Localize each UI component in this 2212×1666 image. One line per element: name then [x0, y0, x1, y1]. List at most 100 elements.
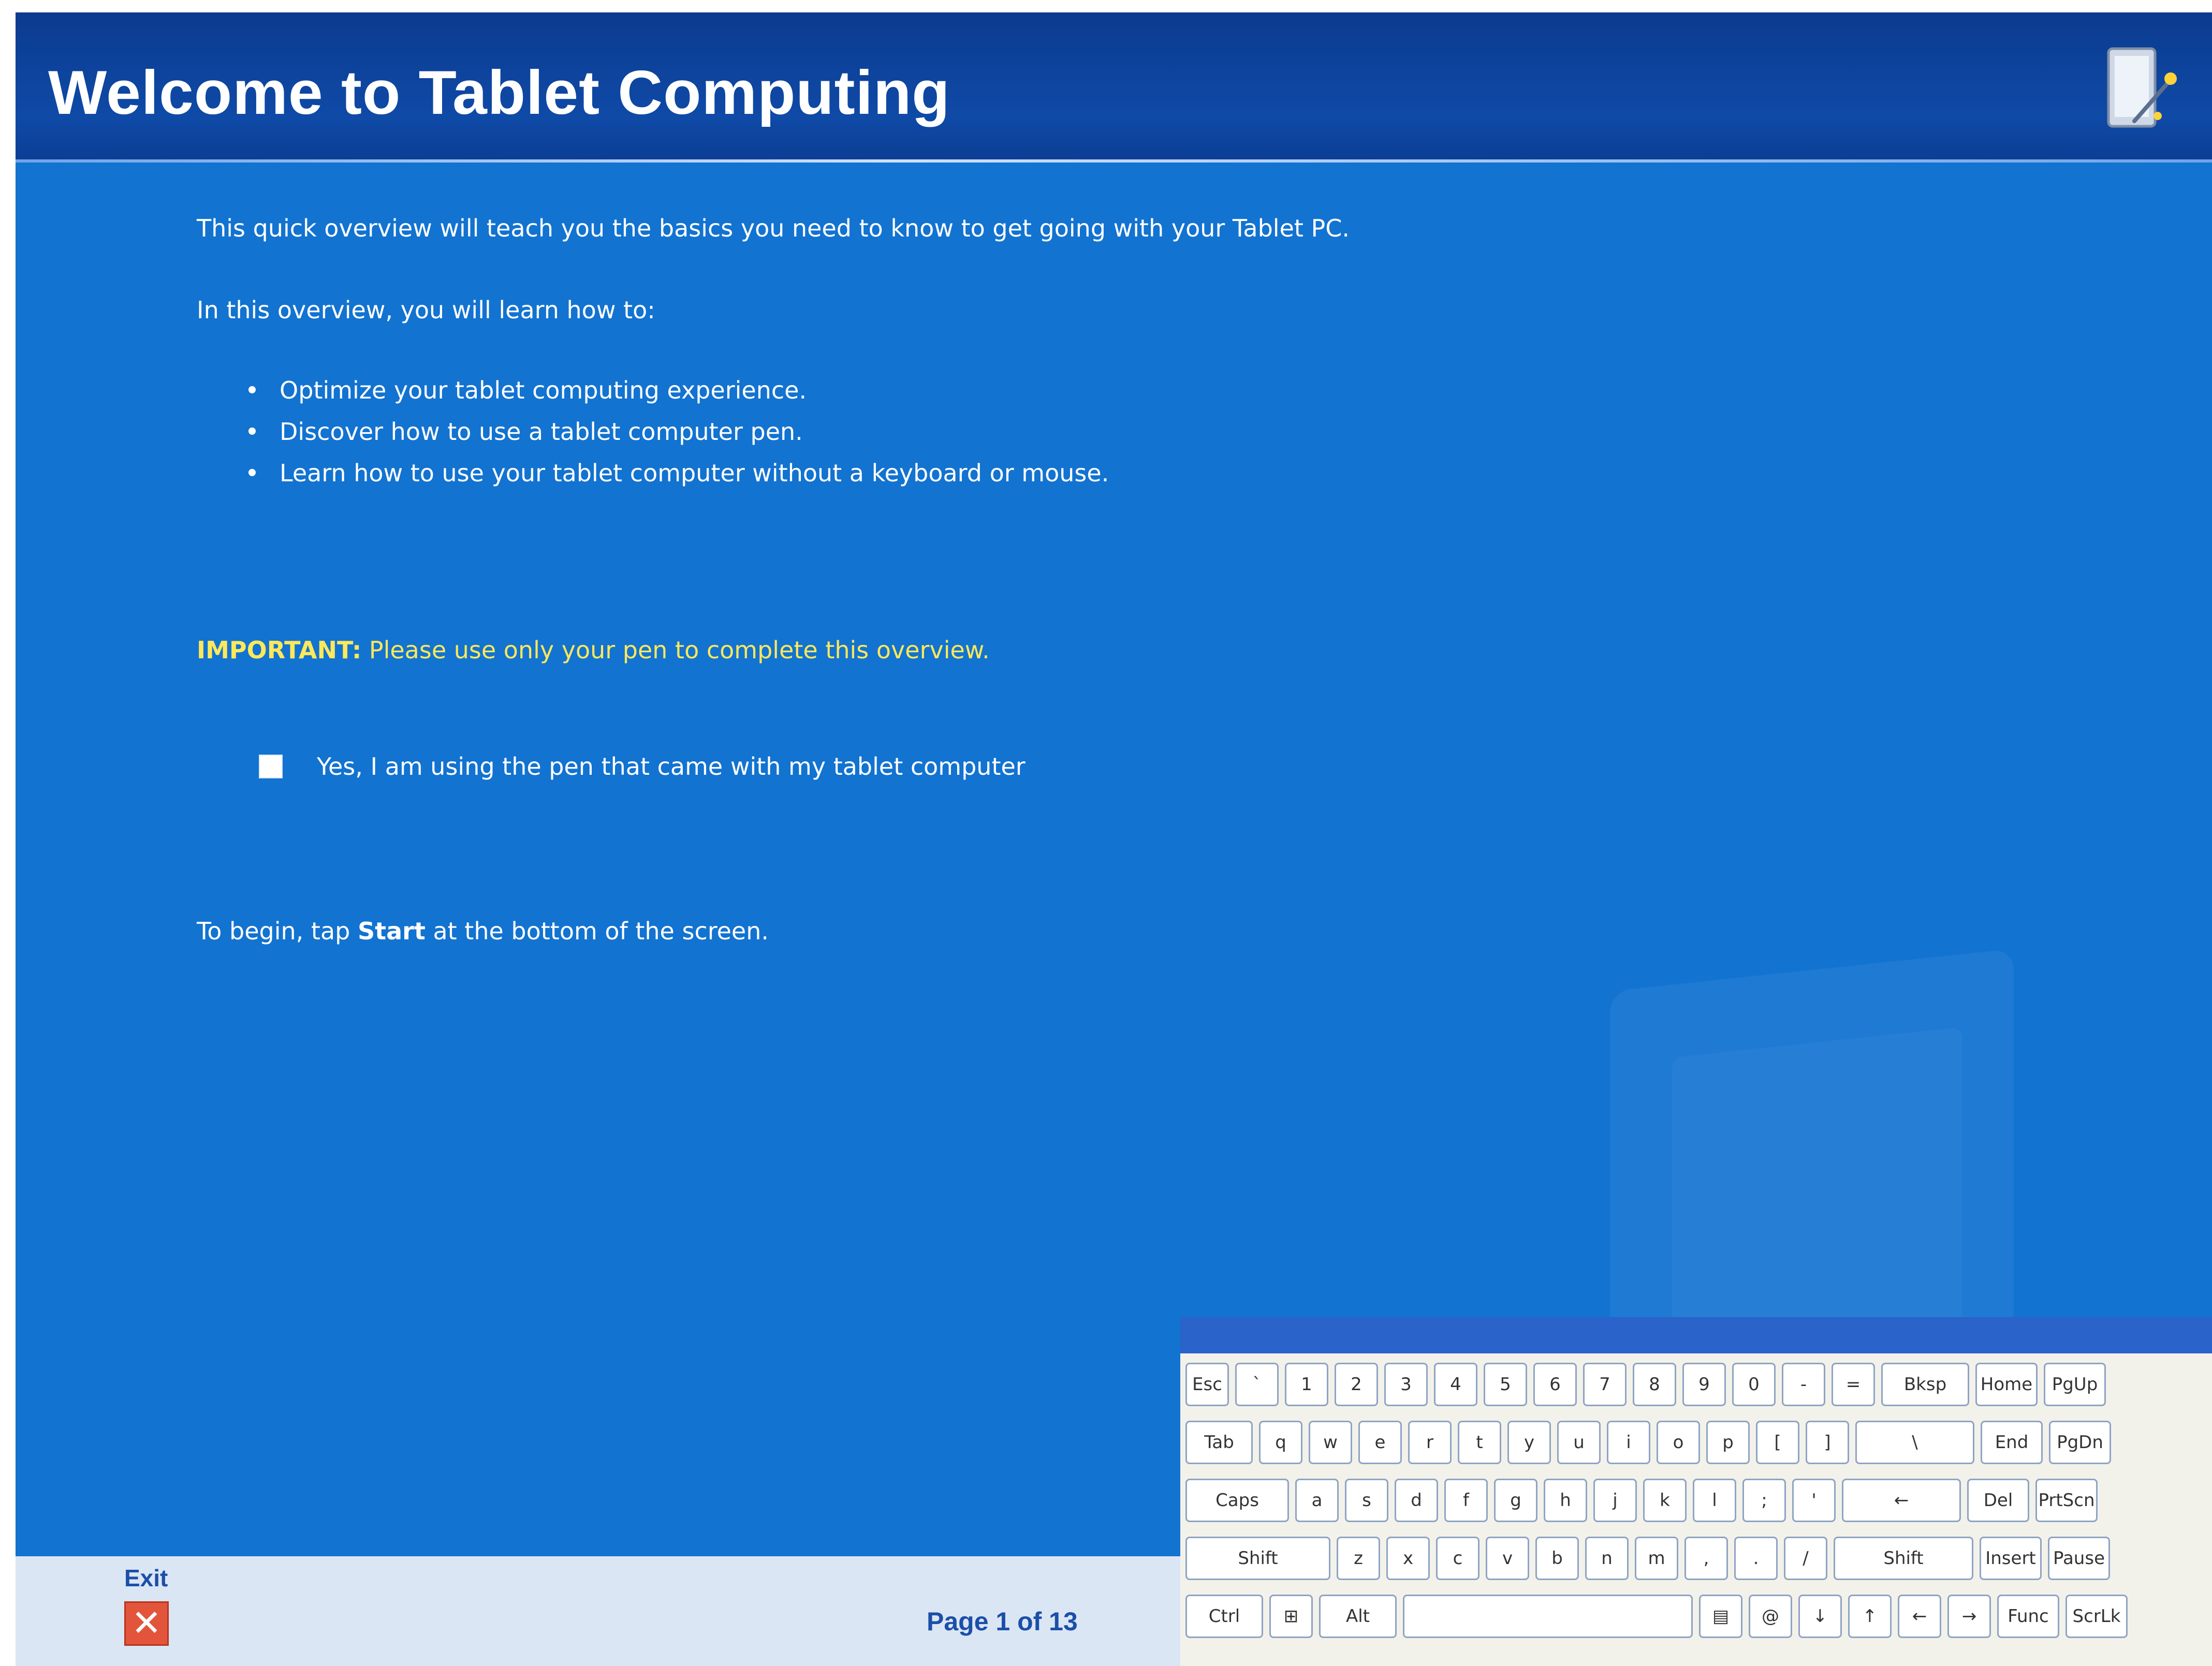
- key-e[interactable]: e: [1358, 1421, 1402, 1464]
- key-q[interactable]: q: [1259, 1421, 1302, 1464]
- key-prtscn[interactable]: PrtScn: [2035, 1479, 2098, 1522]
- pen-confirmation-checkbox[interactable]: [259, 755, 283, 778]
- important-label: IMPORTANT:: [197, 636, 362, 664]
- page-title: Welcome to Tablet Computing: [48, 58, 950, 127]
- key-g[interactable]: g: [1494, 1479, 1537, 1522]
- key-1[interactable]: 1: [1285, 1363, 1328, 1406]
- key-3[interactable]: 3: [1384, 1363, 1428, 1406]
- key-menu-icon[interactable]: ▤: [1699, 1595, 1742, 1638]
- key-tab[interactable]: Tab: [1185, 1421, 1253, 1464]
- key-minus[interactable]: -: [1782, 1363, 1825, 1406]
- key-space[interactable]: [1403, 1595, 1693, 1638]
- key-alt[interactable]: Alt: [1319, 1595, 1397, 1638]
- key-quote[interactable]: ': [1792, 1479, 1836, 1522]
- key-left-arrow[interactable]: ←: [1898, 1595, 1941, 1638]
- key-4[interactable]: 4: [1434, 1363, 1477, 1406]
- key-9[interactable]: 9: [1682, 1363, 1726, 1406]
- pen-confirmation-row[interactable]: Yes, I am using the pen that came with m…: [259, 753, 1026, 780]
- key-enter[interactable]: ←: [1842, 1479, 1961, 1522]
- close-icon: ✕: [131, 1602, 162, 1644]
- key-del[interactable]: Del: [1967, 1479, 2029, 1522]
- important-text: Please use only your pen to complete thi…: [369, 636, 990, 664]
- key-semicolon[interactable]: ;: [1742, 1479, 1786, 1522]
- tablet-pc-icon: [2107, 47, 2177, 128]
- key-b[interactable]: b: [1535, 1537, 1579, 1580]
- keyboard-row-3: Caps a s d f g h j k l ; ' ← Del PrtScn: [1185, 1479, 2098, 1522]
- key-esc[interactable]: Esc: [1185, 1363, 1229, 1406]
- important-notice: IMPORTANT: Please use only your pen to c…: [197, 636, 990, 664]
- key-up-arrow[interactable]: ↑: [1848, 1595, 1892, 1638]
- key-i[interactable]: i: [1607, 1421, 1650, 1464]
- exit-button[interactable]: ✕: [124, 1601, 169, 1646]
- key-r[interactable]: r: [1408, 1421, 1452, 1464]
- key-2[interactable]: 2: [1335, 1363, 1378, 1406]
- key-j[interactable]: j: [1593, 1479, 1637, 1522]
- key-t[interactable]: t: [1458, 1421, 1501, 1464]
- exit-label[interactable]: Exit: [124, 1564, 168, 1592]
- key-o[interactable]: o: [1657, 1421, 1700, 1464]
- pen-confirmation-label[interactable]: Yes, I am using the pen that came with m…: [317, 753, 1026, 780]
- key-left-shift[interactable]: Shift: [1185, 1537, 1330, 1580]
- key-down-arrow[interactable]: ↓: [1798, 1595, 1842, 1638]
- key-u[interactable]: u: [1557, 1421, 1601, 1464]
- key-right-shift[interactable]: Shift: [1834, 1537, 1973, 1580]
- learning-list: Optimize your tablet computing experienc…: [243, 370, 1109, 494]
- key-n[interactable]: n: [1585, 1537, 1629, 1580]
- key-m[interactable]: m: [1635, 1537, 1678, 1580]
- key-6[interactable]: 6: [1533, 1363, 1577, 1406]
- begin-start-word: Start: [357, 917, 426, 945]
- key-right-arrow[interactable]: →: [1947, 1595, 1991, 1638]
- key-w[interactable]: w: [1309, 1421, 1352, 1464]
- page-indicator: Page 1 of 13: [927, 1607, 1078, 1636]
- begin-instruction: To begin, tap Start at the bottom of the…: [197, 917, 769, 945]
- key-pgup[interactable]: PgUp: [2044, 1363, 2106, 1406]
- on-screen-keyboard: Esc ` 1 2 3 4 5 6 7 8 9 0 - = Bksp Home …: [1180, 1317, 2212, 1666]
- key-pgdn[interactable]: PgDn: [2049, 1421, 2111, 1464]
- key-left-bracket[interactable]: [: [1756, 1421, 1799, 1464]
- key-ctrl[interactable]: Ctrl: [1185, 1595, 1263, 1638]
- begin-suffix: at the bottom of the screen.: [425, 917, 769, 945]
- key-scrlk[interactable]: ScrLk: [2065, 1595, 2128, 1638]
- key-5[interactable]: 5: [1484, 1363, 1527, 1406]
- key-end[interactable]: End: [1981, 1421, 2043, 1464]
- key-s[interactable]: s: [1345, 1479, 1388, 1522]
- key-home[interactable]: Home: [1975, 1363, 2038, 1406]
- list-item: Learn how to use your tablet computer wi…: [243, 452, 1109, 494]
- key-d[interactable]: d: [1395, 1479, 1438, 1522]
- key-func[interactable]: Func: [1997, 1595, 2059, 1638]
- keyboard-row-2: Tab q w e r t y u i o p [ ] \ End PgDn: [1185, 1421, 2111, 1464]
- key-backtick[interactable]: `: [1235, 1363, 1279, 1406]
- key-backslash[interactable]: \: [1855, 1421, 1974, 1464]
- windows-key-icon[interactable]: ⊞: [1269, 1595, 1313, 1638]
- begin-prefix: To begin, tap: [197, 917, 358, 945]
- title-bar: Welcome to Tablet Computing: [16, 12, 2212, 163]
- list-item: Optimize your tablet computing experienc…: [243, 370, 1109, 411]
- key-backspace[interactable]: Bksp: [1881, 1363, 1969, 1406]
- key-at[interactable]: @: [1749, 1595, 1792, 1638]
- key-c[interactable]: c: [1436, 1537, 1479, 1580]
- key-p[interactable]: p: [1706, 1421, 1750, 1464]
- key-pause[interactable]: Pause: [2048, 1537, 2110, 1580]
- key-slash[interactable]: /: [1784, 1537, 1827, 1580]
- key-0[interactable]: 0: [1732, 1363, 1776, 1406]
- key-period[interactable]: .: [1734, 1537, 1778, 1580]
- key-right-bracket[interactable]: ]: [1806, 1421, 1849, 1464]
- keyboard-row-5: Ctrl ⊞ Alt ▤ @ ↓ ↑ ← → Func ScrLk: [1185, 1595, 2128, 1638]
- key-v[interactable]: v: [1486, 1537, 1529, 1580]
- key-7[interactable]: 7: [1583, 1363, 1627, 1406]
- key-h[interactable]: h: [1544, 1479, 1587, 1522]
- key-x[interactable]: x: [1386, 1537, 1430, 1580]
- key-l[interactable]: l: [1693, 1479, 1736, 1522]
- key-z[interactable]: z: [1337, 1537, 1380, 1580]
- key-equals[interactable]: =: [1832, 1363, 1875, 1406]
- key-f[interactable]: f: [1444, 1479, 1488, 1522]
- key-k[interactable]: k: [1643, 1479, 1687, 1522]
- key-8[interactable]: 8: [1633, 1363, 1676, 1406]
- lead-in-text: In this overview, you will learn how to:: [197, 296, 655, 324]
- key-a[interactable]: a: [1295, 1479, 1339, 1522]
- list-item: Discover how to use a tablet computer pe…: [243, 411, 1109, 452]
- key-insert[interactable]: Insert: [1980, 1537, 2042, 1580]
- key-caps[interactable]: Caps: [1185, 1479, 1289, 1522]
- key-comma[interactable]: ,: [1684, 1537, 1728, 1580]
- key-y[interactable]: y: [1507, 1421, 1551, 1464]
